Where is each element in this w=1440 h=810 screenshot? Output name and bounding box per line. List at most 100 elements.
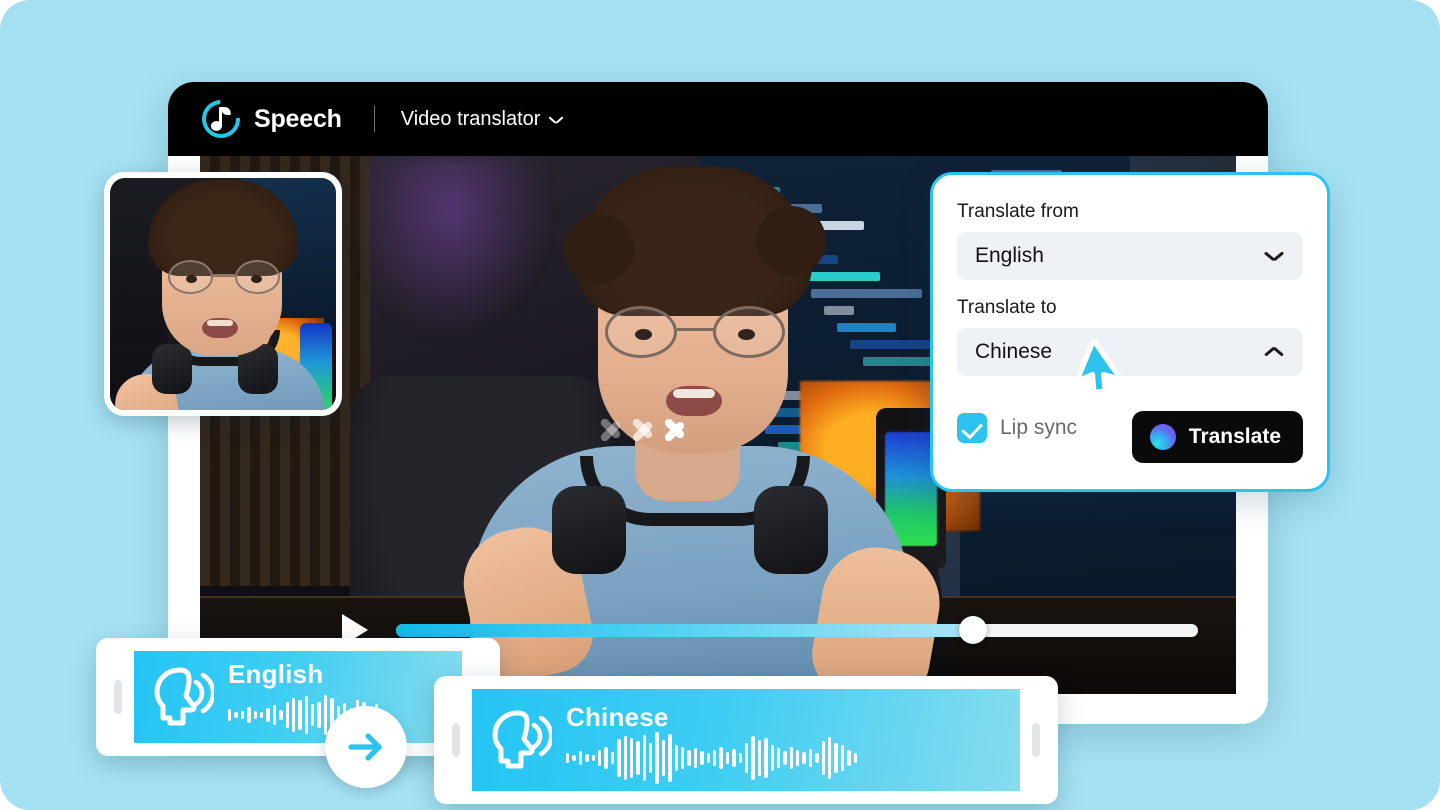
waveform-bar xyxy=(655,731,659,784)
waveform-bar xyxy=(566,752,570,763)
translate-button-label: Translate xyxy=(1188,425,1281,448)
waveform-bar xyxy=(815,752,819,763)
waveform-bar xyxy=(597,749,602,766)
waveform-bar xyxy=(789,746,794,769)
chevron-down-icon xyxy=(549,116,562,124)
video-progress-bar[interactable] xyxy=(396,616,1198,644)
waveform-bar xyxy=(751,735,755,780)
waveform-bar xyxy=(796,749,800,766)
page-canvas: Speech Video translator Translate from E… xyxy=(0,0,1440,810)
waveform-bar xyxy=(234,711,238,718)
checkbox-checked-icon xyxy=(957,413,987,443)
waveform-bar xyxy=(828,736,832,779)
translate-from-value: English xyxy=(975,244,1044,267)
waveform-bar xyxy=(725,751,730,764)
card-handle-left xyxy=(452,723,460,757)
app-header: Speech Video translator xyxy=(168,82,1268,156)
chevron-down-icon xyxy=(1265,251,1283,261)
lip-sync-label: Lip sync xyxy=(1000,416,1078,439)
audio-track-card-chinese[interactable]: Chinese xyxy=(434,676,1058,804)
brand-name: Speech xyxy=(254,104,342,133)
audio-card-language-label: Chinese xyxy=(566,701,669,732)
ai-orb-icon xyxy=(1149,424,1176,450)
chevron-up-icon xyxy=(1265,347,1283,357)
waveform-bar xyxy=(834,742,838,773)
translate-to-value: Chinese xyxy=(975,340,1053,363)
waveform-bar xyxy=(847,749,851,766)
waveform-bar xyxy=(738,752,742,763)
video-progress-fill xyxy=(396,623,974,637)
translate-from-select[interactable]: English xyxy=(957,232,1303,280)
waveform-bar xyxy=(776,747,781,768)
waveform-bar xyxy=(572,754,576,761)
waveform-bar xyxy=(253,710,257,719)
waveform-bar xyxy=(636,740,640,775)
waveform-bar xyxy=(693,747,698,768)
waveform-bar xyxy=(623,735,627,780)
transition-chevrons xyxy=(598,406,688,454)
chevron-right-icon xyxy=(598,406,624,454)
video-translator-menu[interactable]: Video translator xyxy=(401,108,563,131)
lip-sync-checkbox[interactable]: Lip sync xyxy=(957,413,1077,443)
waveform-bar xyxy=(770,744,774,771)
waveform-bar xyxy=(674,744,679,771)
audio-waveform xyxy=(566,731,1020,784)
source-video-thumbnail[interactable] xyxy=(104,172,342,416)
waveform-bar xyxy=(317,701,321,728)
waveform-bar xyxy=(712,749,717,766)
swap-languages-button[interactable] xyxy=(325,706,407,788)
card-handle-right xyxy=(1032,723,1040,757)
chevron-right-icon xyxy=(662,406,688,454)
waveform-bar xyxy=(681,746,685,769)
chevron-right-icon xyxy=(630,406,656,454)
speaking-head-icon xyxy=(154,667,214,726)
translate-button[interactable]: Translate xyxy=(1131,411,1303,463)
waveform-bar xyxy=(668,733,672,782)
waveform-bar xyxy=(285,701,289,728)
translate-to-select[interactable]: Chinese xyxy=(957,328,1303,376)
waveform-bar xyxy=(719,746,723,769)
waveform-bar xyxy=(744,742,749,773)
waveform-bar xyxy=(764,737,768,778)
waveform-bar xyxy=(700,750,704,765)
waveform-bar xyxy=(304,695,309,734)
waveform-bar xyxy=(840,744,845,771)
waveform-bar xyxy=(266,707,270,722)
waveform-bar xyxy=(821,740,826,775)
card-handle-left xyxy=(114,680,122,714)
waveform-bar xyxy=(272,704,277,725)
waveform-bar xyxy=(649,742,653,773)
waveform-bar xyxy=(853,752,857,763)
waveform-bar xyxy=(240,710,245,719)
waveform-bar xyxy=(757,739,762,776)
waveform-bar xyxy=(259,711,264,718)
waveform-bar xyxy=(578,750,583,765)
audio-card-language-label: English xyxy=(228,658,324,689)
speech-logo-icon xyxy=(194,92,248,146)
waveform-bar xyxy=(808,748,813,767)
waveform-bar xyxy=(617,738,621,777)
waveform-bar xyxy=(279,709,283,720)
waveform-bar xyxy=(642,734,647,781)
waveform-bar xyxy=(585,753,589,762)
waveform-bar xyxy=(610,751,615,764)
waveform-bar xyxy=(629,737,634,778)
waveform-bar xyxy=(298,699,302,730)
video-translator-menu-label: Video translator xyxy=(400,107,541,130)
waveform-bar xyxy=(591,754,595,761)
panel-actions-row: Lip sync Translate xyxy=(957,393,1303,463)
waveform-bar xyxy=(604,746,608,769)
video-progress-handle[interactable] xyxy=(959,616,988,644)
waveform-bar xyxy=(228,708,232,721)
waveform-bar xyxy=(687,749,691,766)
translate-settings-panel: Translate from English Translate to Chin… xyxy=(930,172,1330,492)
waveform-bar xyxy=(661,739,666,776)
arrow-right-icon xyxy=(348,733,382,761)
waveform-bar xyxy=(247,706,251,723)
waveform-bar xyxy=(783,750,787,765)
waveform-bar xyxy=(732,748,736,767)
header-divider xyxy=(373,106,375,132)
waveform-bar xyxy=(291,697,296,732)
translate-to-label: Translate to xyxy=(957,297,1057,318)
waveform-bar xyxy=(802,751,806,764)
